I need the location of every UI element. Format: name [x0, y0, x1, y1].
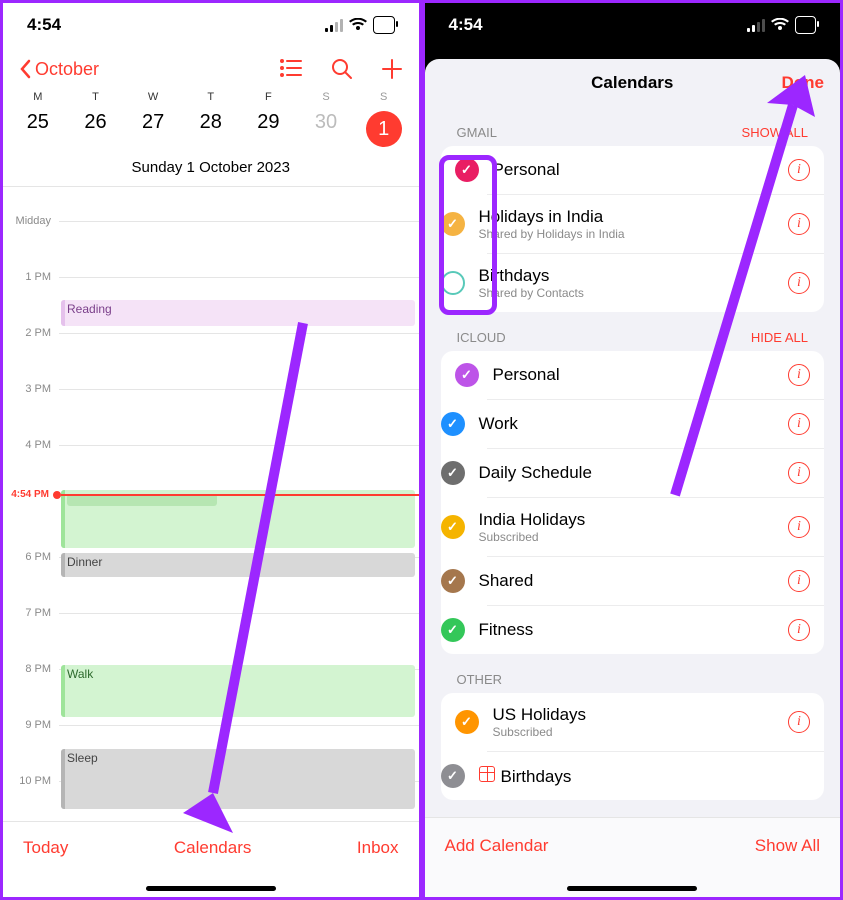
calendars-button[interactable]: Calendars: [174, 838, 252, 858]
section-label-other: OTHER: [425, 654, 841, 693]
checkbox-icon[interactable]: [441, 412, 465, 436]
show-all-button[interactable]: Show All: [755, 836, 820, 856]
status-time: 4:54: [27, 15, 61, 35]
bottom-toolbar: Today Calendars Inbox: [3, 821, 419, 873]
status-bar: 4:54 82: [425, 3, 841, 47]
checkbox-icon[interactable]: [441, 618, 465, 642]
sheet-title: Calendars: [591, 73, 673, 92]
calendar-row[interactable]: US HolidaysSubscribedi: [441, 693, 825, 751]
cellular-icon: [325, 19, 343, 32]
calendar-row[interactable]: India HolidaysSubscribedi: [487, 497, 825, 556]
add-icon[interactable]: [381, 58, 403, 80]
calendar-row[interactable]: Birthdays: [487, 751, 825, 800]
add-calendar-button[interactable]: Add Calendar: [445, 836, 549, 856]
info-icon[interactable]: i: [788, 413, 810, 435]
checkbox-icon[interactable]: [455, 363, 479, 387]
checkbox-icon[interactable]: [441, 212, 465, 236]
other-group: US HolidaysSubscribedi Birthdays: [441, 693, 825, 800]
calendar-row[interactable]: Daily Schedulei: [487, 448, 825, 497]
calendar-row[interactable]: Sharedi: [487, 556, 825, 605]
icloud-group: Personali Worki Daily Schedulei India Ho…: [441, 351, 825, 654]
home-indicator[interactable]: [567, 886, 697, 891]
current-time-indicator: 4:54 PM: [3, 489, 419, 500]
calendar-row[interactable]: BirthdaysShared by Contacts i: [487, 253, 825, 312]
section-label-gmail: GMAIL SHOW ALL: [425, 107, 841, 146]
back-button[interactable]: October: [19, 59, 99, 80]
nav-bar: October: [3, 47, 419, 91]
home-indicator[interactable]: [146, 886, 276, 891]
wifi-icon: [349, 18, 367, 32]
event-reading[interactable]: Reading: [61, 300, 415, 326]
info-icon[interactable]: i: [788, 711, 810, 733]
calendar-row[interactable]: Worki: [487, 399, 825, 448]
back-label: October: [35, 59, 99, 80]
section-label-icloud: ICLOUD HIDE ALL: [425, 312, 841, 351]
checkbox-icon[interactable]: [441, 764, 465, 788]
checkbox-icon[interactable]: [441, 569, 465, 593]
date-row[interactable]: 2526272829301: [3, 105, 419, 153]
info-icon[interactable]: i: [788, 272, 810, 294]
event-walk[interactable]: Walk: [61, 665, 415, 717]
week-header: MTWTFSS: [3, 91, 419, 103]
checkbox-icon[interactable]: [441, 461, 465, 485]
battery-icon: 82: [373, 16, 394, 34]
gift-icon: [479, 766, 495, 782]
checkbox-icon[interactable]: [455, 710, 479, 734]
checkbox-icon[interactable]: [441, 271, 465, 295]
info-icon[interactable]: i: [788, 516, 810, 538]
inbox-button[interactable]: Inbox: [357, 838, 399, 858]
cellular-icon: [747, 19, 765, 32]
checkbox-icon[interactable]: [455, 158, 479, 182]
calendar-row[interactable]: Personal i: [441, 146, 825, 194]
selected-date: 1: [366, 111, 402, 147]
gmail-group: Personal i Holidays in IndiaShared by Ho…: [441, 146, 825, 312]
done-button[interactable]: Done: [782, 73, 825, 93]
search-icon[interactable]: [331, 58, 353, 80]
full-date-label: Sunday 1 October 2023: [3, 153, 419, 187]
bottom-bar: Add Calendar Show All: [425, 817, 841, 873]
chevron-left-icon: [19, 59, 31, 79]
day-timeline[interactable]: Midday 1 PM 2 PM 3 PM 4 PM 6 PM 7 PM 8 P…: [3, 187, 419, 821]
info-icon[interactable]: i: [788, 159, 810, 181]
checkbox-icon[interactable]: [441, 515, 465, 539]
calendar-row[interactable]: Holidays in IndiaShared by Holidays in I…: [487, 194, 825, 253]
gmail-show-all[interactable]: SHOW ALL: [742, 125, 808, 140]
info-icon[interactable]: i: [788, 213, 810, 235]
status-bar: 4:54 82: [3, 3, 419, 47]
sheet-header: Calendars Done: [425, 59, 841, 107]
battery-icon: 82: [795, 16, 816, 34]
event-dinner[interactable]: Dinner: [61, 553, 415, 577]
status-time: 4:54: [449, 15, 483, 35]
icloud-hide-all[interactable]: HIDE ALL: [751, 330, 808, 345]
today-button[interactable]: Today: [23, 838, 68, 858]
calendar-row[interactable]: Personali: [441, 351, 825, 399]
info-icon[interactable]: i: [788, 570, 810, 592]
calendar-row[interactable]: Fitnessi: [487, 605, 825, 654]
info-icon[interactable]: i: [788, 462, 810, 484]
event-sleep[interactable]: Sleep: [61, 749, 415, 809]
info-icon[interactable]: i: [788, 364, 810, 386]
list-icon[interactable]: [279, 58, 303, 78]
wifi-icon: [771, 18, 789, 32]
info-icon[interactable]: i: [788, 619, 810, 641]
